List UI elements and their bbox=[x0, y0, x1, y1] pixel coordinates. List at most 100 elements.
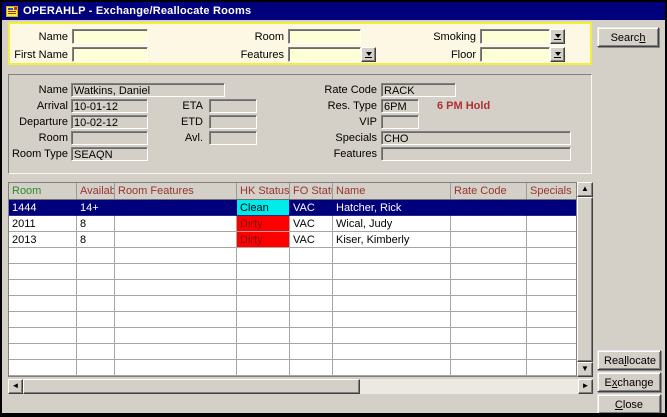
detail-avl-value bbox=[209, 131, 257, 145]
table-row-empty[interactable] bbox=[9, 328, 576, 344]
cell-empty bbox=[451, 296, 527, 312]
cell-empty bbox=[333, 344, 451, 360]
cell-hk_status: Dirty bbox=[237, 216, 290, 232]
cell-empty bbox=[527, 328, 577, 344]
cell-empty bbox=[77, 360, 115, 376]
cell-empty bbox=[333, 328, 451, 344]
exchange-reallocate-window: OPERAHLP - Exchange/Reallocate Rooms Nam… bbox=[0, 0, 667, 417]
vertical-scroll-thumb[interactable] bbox=[577, 197, 593, 362]
table-row-empty[interactable] bbox=[9, 264, 576, 280]
table-row[interactable]: 144414+CleanVACHatcher, Rick bbox=[9, 200, 576, 216]
cell-empty bbox=[451, 248, 527, 264]
cell-fo_status: VAC bbox=[290, 200, 333, 216]
floor-input[interactable] bbox=[480, 47, 550, 62]
scroll-up-icon[interactable]: ▲ bbox=[577, 182, 593, 197]
table-header-row: RoomAvailableRoom FeaturesHK StatusFO St… bbox=[9, 183, 576, 200]
detail-departure-label: Departure bbox=[11, 115, 68, 129]
cell-room_features bbox=[115, 200, 237, 216]
floor-dropdown-icon[interactable] bbox=[550, 47, 565, 62]
scroll-left-icon[interactable]: ◄ bbox=[8, 379, 23, 394]
cell-empty bbox=[77, 264, 115, 280]
cell-name: Hatcher, Rick bbox=[333, 200, 451, 216]
detail-arrival-label: Arrival bbox=[11, 99, 68, 113]
smoking-input[interactable] bbox=[480, 29, 550, 44]
column-header-hk_status: HK Status bbox=[237, 183, 290, 199]
table-row-empty[interactable] bbox=[9, 360, 576, 376]
scroll-down-icon[interactable]: ▼ bbox=[577, 362, 593, 377]
table-row-empty[interactable] bbox=[9, 248, 576, 264]
cell-empty bbox=[290, 360, 333, 376]
cell-empty bbox=[115, 360, 237, 376]
scroll-right-icon[interactable]: ► bbox=[578, 379, 593, 394]
close-button[interactable]: Close bbox=[597, 394, 661, 414]
horizontal-scroll-thumb[interactable] bbox=[23, 379, 360, 394]
cell-empty bbox=[290, 328, 333, 344]
exchange-button[interactable]: Exchange bbox=[597, 372, 661, 392]
cell-empty bbox=[527, 360, 577, 376]
table-row-empty[interactable] bbox=[9, 280, 576, 296]
cell-empty bbox=[77, 296, 115, 312]
table-vertical-scrollbar[interactable]: ▲ ▼ bbox=[577, 182, 593, 377]
cell-room: 2011 bbox=[9, 216, 77, 232]
reallocate-button[interactable]: Reallocate bbox=[597, 350, 661, 370]
cell-empty bbox=[237, 312, 290, 328]
table-row-empty[interactable] bbox=[9, 312, 576, 328]
features-input[interactable] bbox=[288, 47, 361, 62]
cell-room_features bbox=[115, 216, 237, 232]
cell-empty bbox=[9, 280, 77, 296]
search-button[interactable]: Search bbox=[597, 27, 659, 47]
name-input[interactable] bbox=[72, 29, 148, 44]
column-header-specials: Specials bbox=[527, 183, 577, 199]
cell-fo_status: VAC bbox=[290, 216, 333, 232]
cell-rate_code bbox=[451, 232, 527, 248]
table-row-empty[interactable] bbox=[9, 344, 576, 360]
detail-avl-label: Avl. bbox=[163, 131, 203, 145]
detail-name-label: Name bbox=[11, 83, 68, 97]
cell-available: 8 bbox=[77, 216, 115, 232]
cell-empty bbox=[451, 344, 527, 360]
search-panel: Name First Name Room Features Smoking Fl… bbox=[8, 22, 592, 65]
cell-empty bbox=[451, 280, 527, 296]
column-header-fo_status: FO Status bbox=[290, 183, 333, 199]
table-horizontal-scrollbar[interactable]: ◄ ► bbox=[8, 379, 593, 394]
cell-empty bbox=[237, 248, 290, 264]
horizontal-scroll-track[interactable] bbox=[360, 379, 578, 394]
cell-room: 1444 bbox=[9, 200, 77, 216]
cell-empty bbox=[237, 296, 290, 312]
features-dropdown-icon[interactable] bbox=[361, 47, 376, 62]
floor-label: Floor bbox=[390, 48, 476, 63]
room-input[interactable] bbox=[288, 29, 361, 44]
cell-empty bbox=[77, 248, 115, 264]
table-row[interactable]: 20138DirtyVACKiser, Kimberly bbox=[9, 232, 576, 248]
cell-empty bbox=[333, 312, 451, 328]
cell-empty bbox=[9, 344, 77, 360]
cell-empty bbox=[115, 344, 237, 360]
cell-room_features bbox=[115, 232, 237, 248]
cell-empty bbox=[527, 248, 577, 264]
cell-empty bbox=[77, 312, 115, 328]
detail-features-value bbox=[381, 147, 571, 161]
cell-empty bbox=[451, 360, 527, 376]
cell-empty bbox=[9, 296, 77, 312]
cell-empty bbox=[290, 344, 333, 360]
detail-room-type-value: SEAQN bbox=[71, 147, 148, 161]
cell-empty bbox=[9, 248, 77, 264]
cell-empty bbox=[115, 280, 237, 296]
cell-empty bbox=[115, 248, 237, 264]
detail-room-value bbox=[71, 131, 148, 145]
cell-empty bbox=[9, 312, 77, 328]
cell-empty bbox=[451, 328, 527, 344]
column-header-rate_code: Rate Code bbox=[451, 183, 527, 199]
detail-vip-value bbox=[381, 115, 419, 129]
hold-note: 6 PM Hold bbox=[437, 99, 490, 113]
table-row-empty[interactable] bbox=[9, 296, 576, 312]
table-row[interactable]: 20118 DirtyVACWical, Judy bbox=[9, 216, 576, 232]
cell-empty bbox=[115, 296, 237, 312]
cell-empty bbox=[290, 280, 333, 296]
cell-empty bbox=[9, 360, 77, 376]
cell-empty bbox=[237, 344, 290, 360]
cell-empty bbox=[527, 296, 577, 312]
first-name-input[interactable] bbox=[72, 47, 148, 62]
smoking-dropdown-icon[interactable] bbox=[550, 29, 565, 44]
cell-name: Wical, Judy bbox=[333, 216, 451, 232]
